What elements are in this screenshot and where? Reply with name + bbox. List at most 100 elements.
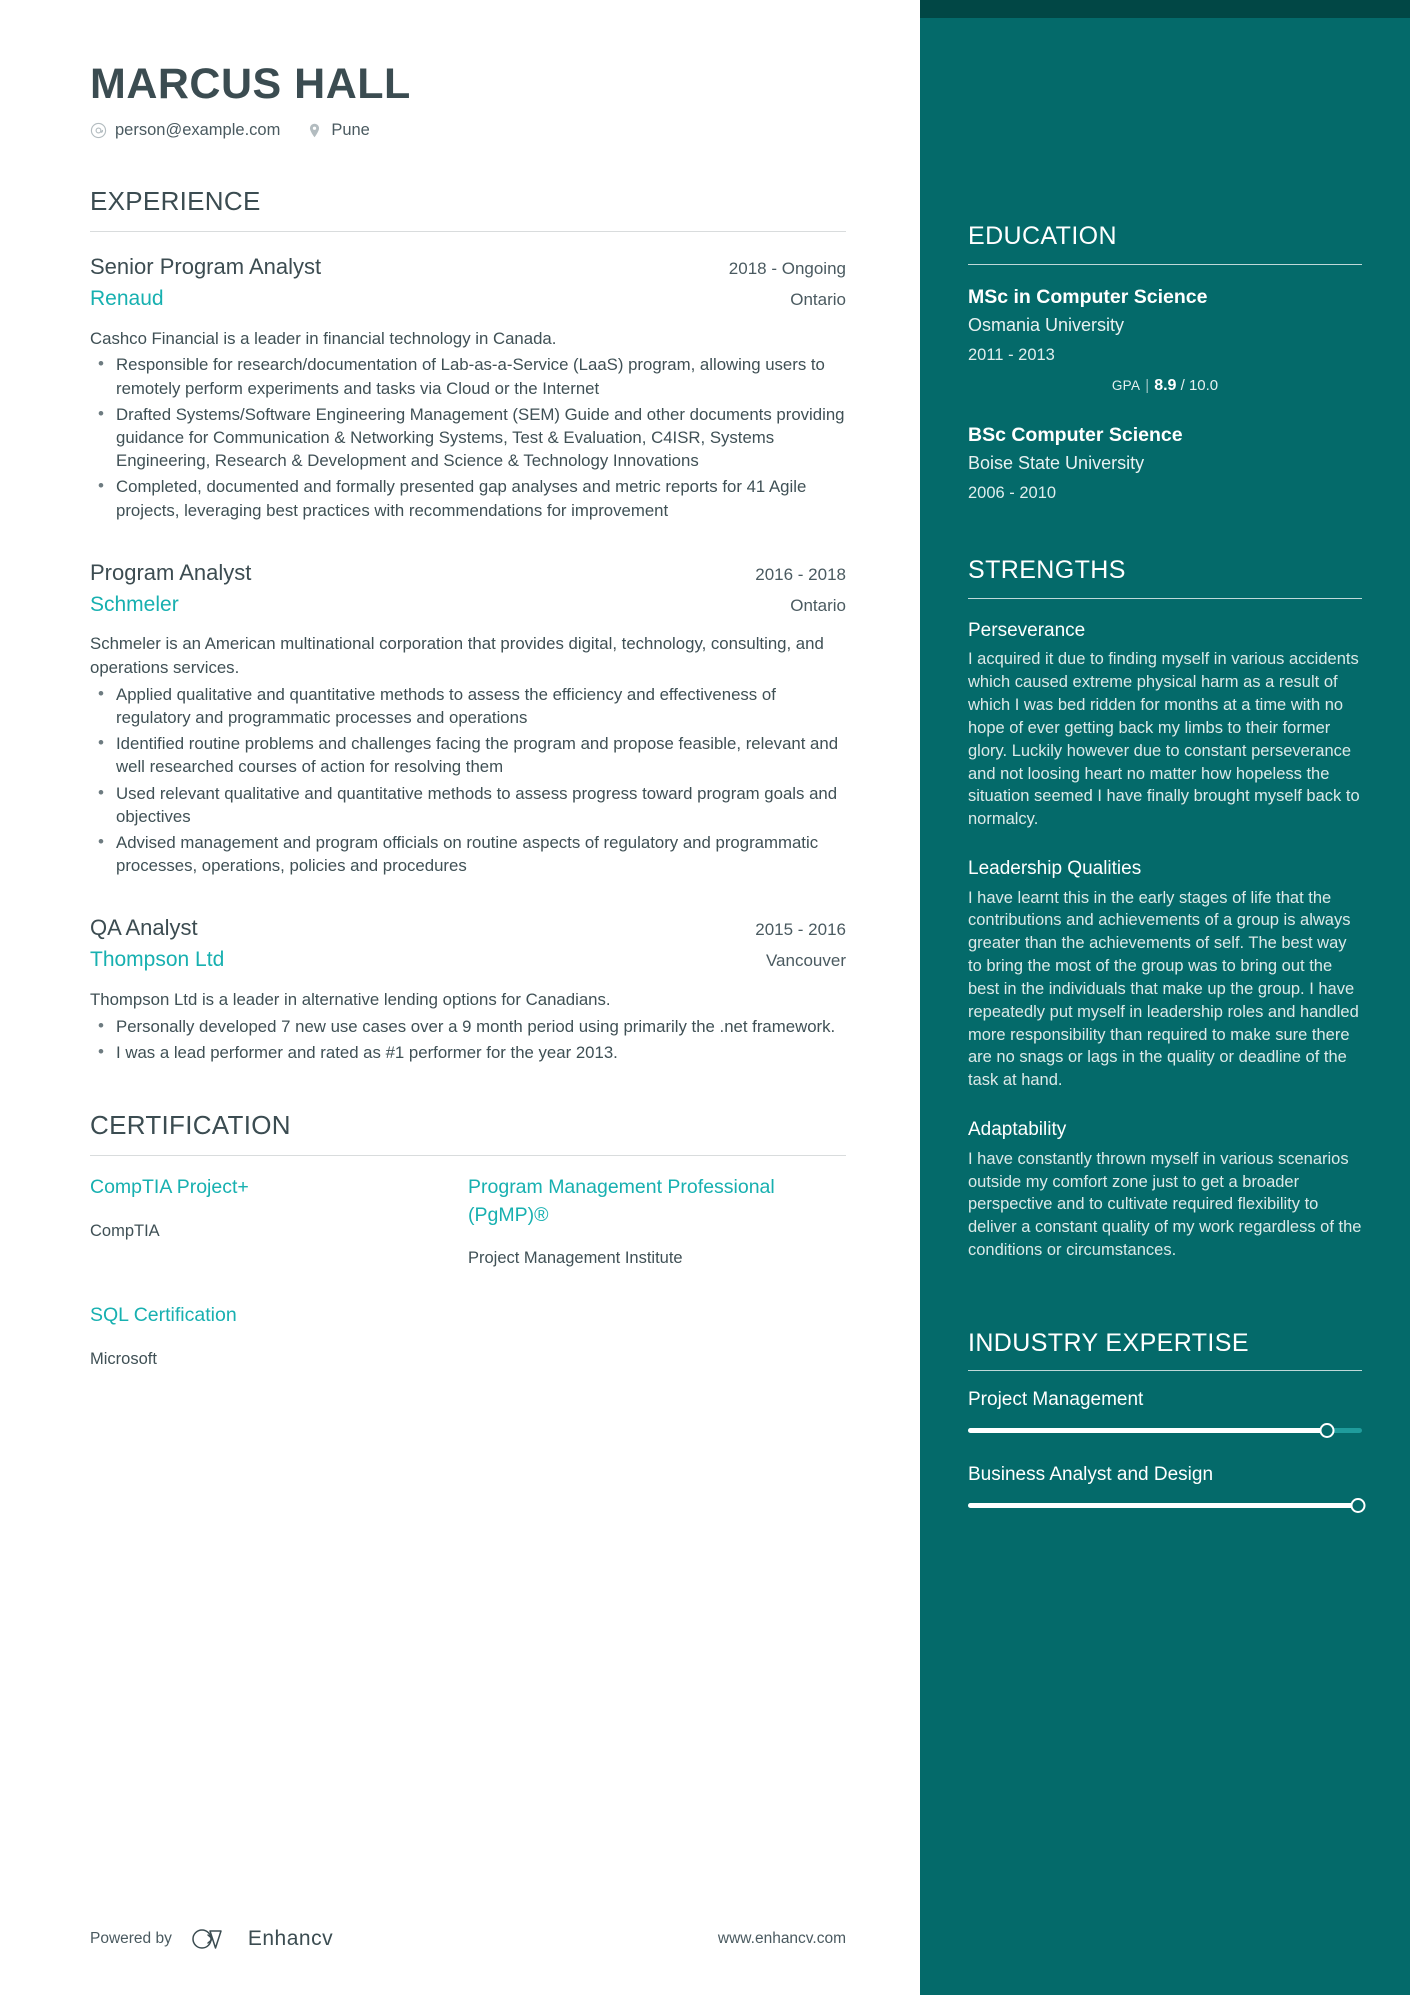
job-location: Ontario: [790, 595, 846, 615]
sidebar-top-strip: [920, 0, 1410, 18]
main-column: MARCUS HALL person@example.com Pune EXPE…: [0, 0, 920, 1995]
job-title-row: QA Analyst 2015 - 2016: [90, 911, 846, 944]
strength-name: Perseverance: [968, 619, 1086, 641]
slider-fill: [968, 1428, 1327, 1434]
education-title: EDUCATION: [968, 222, 1117, 250]
education-dates: 2011 - 2013: [968, 345, 1055, 364]
powered-by-label: Powered by: [90, 1930, 172, 1947]
strength-name: Leadership Qualities: [968, 858, 1142, 880]
expertise-slider[interactable]: [968, 1498, 1366, 1514]
job-bullets: Applied qualitative and quantitative met…: [90, 682, 846, 877]
resume-page: EDUCATION MSc in Computer Science Osmani…: [0, 0, 1410, 1995]
education-item: MSc in Computer Science Osmania Universi…: [968, 283, 1362, 395]
job-dates: 2016 - 2018: [755, 564, 846, 584]
experience-item: QA Analyst 2015 - 2016 Thompson Ltd Vanc…: [90, 911, 846, 1064]
location-pin-icon: [310, 123, 320, 138]
job-company: Schmeler: [90, 592, 179, 616]
job-description: Cashco Financial is a leader in financia…: [90, 328, 557, 348]
job-dates: 2015 - 2016: [755, 920, 846, 940]
certification-org: Microsoft: [90, 1350, 157, 1368]
gpa-label: GPA: [1111, 377, 1141, 393]
certification-org: Project Management Institute: [468, 1249, 683, 1268]
job-bullet: Responsible for research/documentation o…: [90, 352, 846, 399]
job-title: Senior Program Analyst: [90, 254, 322, 280]
expertise-label: Project Management: [968, 1389, 1144, 1411]
job-description: Thompson Ltd is a leader in alternative …: [90, 989, 611, 1009]
contact-location[interactable]: Pune: [306, 121, 370, 140]
strengths-section: STRENGTHS Perseverance I acquired it due…: [968, 557, 1362, 1262]
job-title: QA Analyst: [90, 915, 198, 941]
industry-expertise-title: INDUSTRY EXPERTISE: [968, 1328, 1249, 1357]
contact-location-text: Pune: [331, 121, 370, 140]
experience-item: Senior Program Analyst 2018 - Ongoing Re…: [90, 250, 846, 522]
education-degree: MSc in Computer Science: [968, 285, 1208, 308]
certification-name: SQL Certification: [90, 1304, 237, 1327]
certification-name: Program Management Professional (PgMP)®: [468, 1175, 775, 1226]
job-title: Program Analyst: [90, 559, 252, 585]
strength-item: Leadership Qualities I have learnt this …: [968, 855, 1362, 1092]
footer-url: www.enhancv.com: [717, 1930, 846, 1947]
experience-title: EXPERIENCE: [90, 186, 261, 217]
job-title-row: Senior Program Analyst 2018 - Ongoing: [90, 250, 846, 283]
certification-item: CompTIA Project+ CompTIA: [90, 1174, 468, 1268]
certification-divider: [90, 1154, 846, 1156]
enhancv-logo: Enhancv: [190, 1926, 333, 1952]
strengths-divider: [968, 597, 1362, 599]
job-bullet: Personally developed 7 new use cases ove…: [90, 1014, 846, 1038]
job-company-row: Schmeler Ontario: [90, 589, 846, 621]
education-item: BSc Computer Science Boise State Univers…: [968, 421, 1362, 509]
job-bullets: Responsible for research/documentation o…: [90, 352, 846, 521]
certification-item: Program Management Professional (PgMP)® …: [468, 1174, 846, 1268]
candidate-name: MARCUS HALL: [90, 60, 411, 108]
expertise-slider[interactable]: [968, 1423, 1362, 1439]
sidebar: EDUCATION MSc in Computer Science Osmani…: [920, 0, 1410, 1995]
strength-text: I have constantly thrown myself in vario…: [968, 1149, 1362, 1260]
strength-item: Adaptability I have constantly thrown my…: [968, 1116, 1362, 1262]
strength-text: I have learnt this in the early stages o…: [968, 888, 1359, 1090]
job-bullet: Identified routine problems and challeng…: [90, 731, 846, 778]
job-company: Renaud: [90, 287, 164, 311]
enhancv-mark-icon: [192, 1929, 222, 1949]
job-company-row: Thompson Ltd Vancouver: [90, 944, 846, 976]
gpa-separator: |: [1145, 376, 1150, 394]
experience-section: EXPERIENCE Senior Program Analyst 2018 -…: [90, 186, 846, 1064]
strengths-title: STRENGTHS: [968, 556, 1126, 585]
job-location: Ontario: [790, 290, 846, 310]
slider-handle[interactable]: [1350, 1498, 1366, 1514]
job-bullets: Personally developed 7 new use cases ove…: [90, 1014, 846, 1064]
gpa-value: 8.9: [1154, 376, 1177, 394]
email-icon: [90, 122, 107, 139]
strength-item: Perseverance I acquired it due to findin…: [968, 617, 1362, 831]
job-location: Vancouver: [765, 951, 846, 971]
footer: Powered by Enhancv www.enhancv.com: [0, 1883, 920, 1995]
enhancv-wordmark: Enhancv: [247, 1927, 334, 1950]
job-bullet: Applied qualitative and quantitative met…: [90, 682, 846, 729]
job-bullet: Drafted Systems/Software Engineering Man…: [90, 402, 846, 473]
certification-item: SQL Certification Microsoft: [90, 1302, 468, 1369]
job-bullet: Advised management and program officials…: [90, 830, 846, 877]
education-degree: BSc Computer Science: [968, 423, 1183, 446]
education-gpa: GPA | 8.9 / 10.0: [968, 377, 1362, 395]
slider-fill: [968, 1503, 1359, 1509]
job-description: Schmeler is an American multinational co…: [90, 634, 824, 678]
education-school: Boise State University: [968, 453, 1145, 474]
job-company: Thompson Ltd: [90, 948, 225, 972]
experience-item: Program Analyst 2016 - 2018 Schmeler Ont…: [90, 556, 846, 878]
gpa-max: / 10.0: [1180, 376, 1219, 394]
job-dates: 2018 - Ongoing: [728, 259, 846, 279]
job-bullet: Completed, documented and formally prese…: [90, 474, 846, 521]
industry-expertise-section: INDUSTRY EXPERTISE Project Management Bu…: [968, 1328, 1366, 1514]
certification-list: CompTIA Project+ CompTIA Program Managem…: [90, 1174, 846, 1403]
contact-row: person@example.com Pune: [90, 121, 846, 140]
job-company-row: Renaud Ontario: [90, 283, 846, 315]
job-bullet: I was a lead performer and rated as #1 p…: [90, 1040, 846, 1064]
expertise-item: Business Analyst and Design: [968, 1464, 1366, 1514]
slider-handle[interactable]: [1319, 1423, 1335, 1439]
experience-divider: [90, 231, 846, 233]
certification-name: CompTIA Project+: [90, 1175, 249, 1198]
powered-by-block: Powered by Enhancv: [90, 1926, 333, 1952]
contact-email[interactable]: person@example.com: [90, 121, 280, 140]
